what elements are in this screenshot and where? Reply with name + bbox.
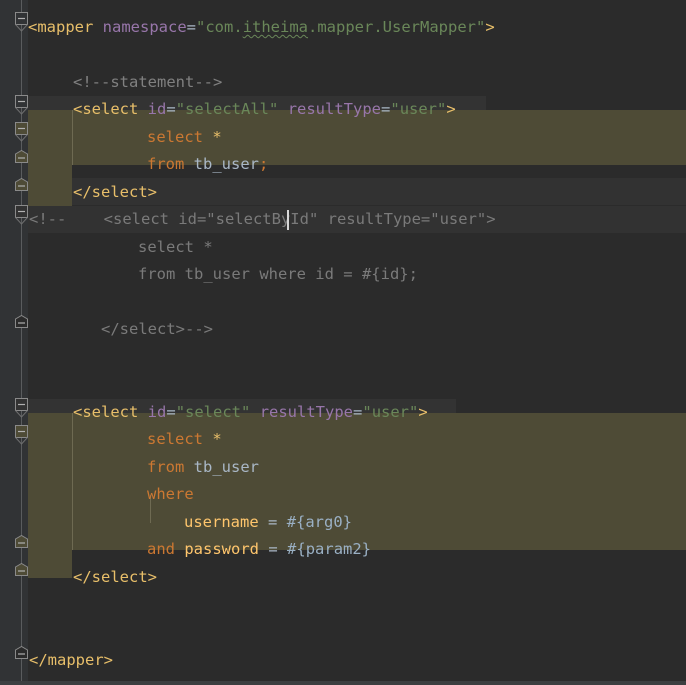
fold-marker-end-sql-2[interactable]: [15, 535, 28, 548]
token-param-arg0: #{arg0}: [286, 513, 353, 531]
token-id-value-select: "select": [175, 403, 251, 421]
token-comment-open: <!--: [29, 210, 67, 228]
code-line-20[interactable]: username = #{arg0}: [184, 509, 352, 536]
code-line-18[interactable]: from tb_user: [147, 454, 259, 481]
token-resulttype-value-1: "user": [390, 100, 447, 118]
code-surface[interactable]: <mapper namespace="com.itheima.mapper.Us…: [28, 0, 686, 685]
token-select-close-1: </select>: [73, 183, 157, 201]
code-editor[interactable]: <mapper namespace="com.itheima.mapper.Us…: [0, 0, 686, 685]
token-select-close-2: </select>: [73, 568, 157, 586]
code-line-19[interactable]: where: [147, 481, 194, 508]
token-param-param2: #{param2}: [287, 540, 372, 558]
token-resulttype-attr-2: resultType: [259, 403, 354, 421]
code-line-17[interactable]: select *: [147, 426, 222, 453]
code-line-22[interactable]: </select>: [73, 564, 157, 591]
token-resulttype-value-2: "user": [362, 403, 419, 421]
token-commented-select-close: </select>-->: [101, 320, 213, 338]
code-line-11[interactable]: from tb_user where id = #{id};: [138, 261, 418, 288]
token-semicolon-1: ;: [259, 155, 269, 173]
code-line-7[interactable]: from tb_user;: [147, 151, 268, 178]
editor-gutter[interactable]: [0, 0, 28, 685]
text-layer[interactable]: <mapper namespace="com.itheima.mapper.Us…: [28, 0, 686, 685]
code-line-25[interactable]: </mapper>: [29, 647, 113, 674]
fold-marker-expanded-comment-block[interactable]: [15, 205, 28, 225]
fold-marker-end-sql-1[interactable]: [15, 150, 28, 163]
fold-marker-expanded-mapper[interactable]: [15, 12, 28, 32]
token-col-username: username: [184, 513, 259, 531]
token-select-open-1: <select: [73, 100, 139, 118]
token-sql-star-2: *: [212, 430, 222, 448]
fold-marker-end-comment-block[interactable]: [15, 315, 28, 328]
token-mapper-open: <mapper: [28, 18, 94, 36]
code-line-16[interactable]: <select id="select" resultType="user">: [73, 399, 428, 426]
token-table-2: tb_user: [193, 458, 259, 476]
fold-marker-expanded-sql-1[interactable]: [15, 122, 28, 142]
token-select-open-2: <select: [73, 403, 139, 421]
token-sql-from-1: from: [147, 155, 185, 173]
fold-marker-expanded-select-all[interactable]: [15, 95, 28, 115]
token-id-attr-2: id: [147, 403, 167, 421]
token-sql-from-2: from: [147, 458, 185, 476]
token-commented-sql-from: from tb_user where id = #{id};: [138, 265, 418, 283]
code-line-5[interactable]: <select id="selectAll" resultType="user"…: [73, 96, 456, 123]
token-sql-select-1: select: [147, 128, 203, 146]
token-sql-and: and: [147, 540, 175, 558]
token-id-attr-1: id: [147, 100, 167, 118]
token-mapper-close: </mapper>: [29, 651, 113, 669]
token-commented-sql-select: select: [138, 238, 194, 256]
token-statement-comment: <!--statement-->: [73, 73, 223, 91]
token-sql-star-1: *: [212, 128, 222, 146]
token-sql-select-2: select: [147, 430, 203, 448]
code-line-10[interactable]: select *: [138, 234, 213, 261]
token-col-password: password: [184, 540, 259, 558]
token-commented-select-open: <select id="selectById" resultType="user…: [103, 210, 496, 228]
editor-bottom-edge: [0, 681, 686, 685]
code-line-2[interactable]: <mapper namespace="com.itheima.mapper.Us…: [28, 14, 495, 41]
code-line-8[interactable]: </select>: [73, 179, 157, 206]
fold-marker-end-mapper[interactable]: [15, 646, 28, 659]
fold-marker-expanded-select[interactable]: [15, 398, 28, 418]
fold-marker-end-select[interactable]: [15, 563, 28, 576]
fold-marker-end-select-all[interactable]: [15, 178, 28, 191]
token-table-1: tb_user: [193, 155, 259, 173]
code-line-9[interactable]: <!-- <select id="selectById" resultType=…: [29, 206, 496, 233]
token-eq-password: =: [268, 540, 278, 558]
token-resulttype-attr-1: resultType: [287, 100, 382, 118]
token-sql-where: where: [147, 485, 194, 503]
token-eq-username: =: [268, 513, 278, 531]
code-line-4[interactable]: <!--statement-->: [73, 69, 222, 96]
token-id-value-selectall: "selectAll": [175, 100, 279, 118]
code-line-13[interactable]: </select>-->: [101, 316, 213, 343]
text-caret: [287, 210, 289, 230]
token-eq-1: =: [186, 18, 197, 36]
fold-marker-expanded-sql-2[interactable]: [15, 425, 28, 445]
code-line-6[interactable]: select *: [147, 124, 222, 151]
token-namespace-attr: namespace: [102, 18, 187, 36]
code-line-21[interactable]: and password = #{param2}: [147, 536, 371, 563]
